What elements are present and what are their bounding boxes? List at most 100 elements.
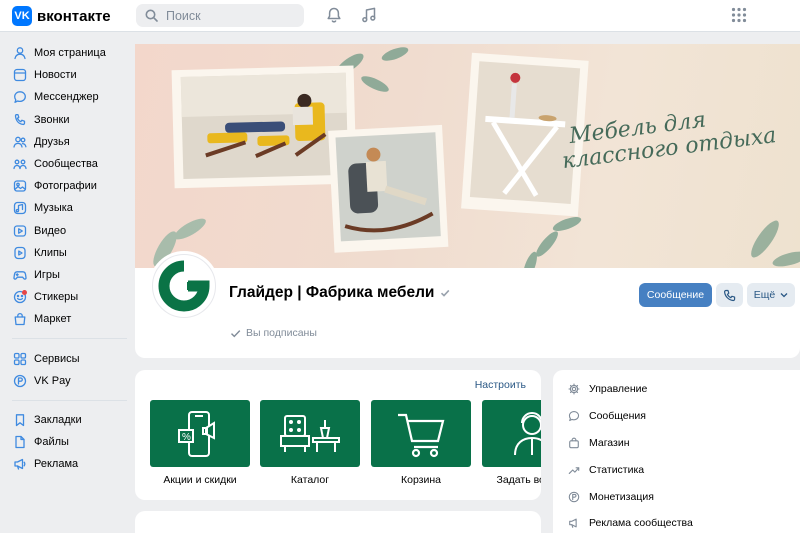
sidebar-item-market[interactable]: Маркет	[0, 308, 135, 330]
sidebar-item-stickers[interactable]: Стикеры	[0, 286, 135, 308]
tile-cart[interactable]	[371, 400, 471, 467]
megaphone-icon	[568, 517, 580, 529]
message-button[interactable]: Сообщение	[639, 283, 712, 307]
management-item-label: Управление	[589, 383, 648, 396]
sidebar-item-music[interactable]: Музыка	[0, 197, 135, 219]
sidebar-divider	[12, 338, 127, 340]
sidebar-item-label: Реклама	[34, 458, 79, 471]
sidebar-item-label: Игры	[34, 268, 60, 281]
stats-icon	[568, 464, 580, 476]
sidebar-item-label: Клипы	[34, 246, 67, 259]
tile-ask-question-label: Задать вопрос	[496, 474, 541, 486]
search-input[interactable]: Поиск	[136, 4, 304, 27]
tile-sales[interactable]: %	[150, 400, 250, 467]
sidebar-item-clips[interactable]: Клипы	[0, 242, 135, 264]
market-icon	[13, 312, 27, 326]
sale-phone-icon: %	[178, 410, 215, 457]
sidebar-item-games[interactable]: Игры	[0, 264, 135, 286]
vkpay-icon	[13, 374, 27, 388]
sidebar-item-label: Сообщества	[34, 158, 98, 171]
subscription-status[interactable]: Вы подписаны	[230, 327, 317, 339]
music-icon[interactable]	[360, 6, 378, 24]
configure-link[interactable]: Настроить	[475, 379, 526, 391]
sidebar-item-label: Фотографии	[34, 180, 97, 193]
gear-icon	[568, 383, 580, 395]
sidebar-item-services[interactable]: Сервисы	[0, 347, 135, 369]
bookmark-icon	[13, 413, 27, 427]
sidebar-item-bookmark[interactable]: Закладки	[0, 409, 135, 431]
sidebar-item-chat[interactable]: Мессенджер	[0, 86, 135, 108]
catalog-furniture-icon	[280, 414, 340, 452]
sidebar-item-vkpay[interactable]: VK Pay	[0, 370, 135, 392]
subscription-status-text: Вы подписаны	[246, 327, 317, 339]
community-avatar[interactable]	[149, 251, 219, 321]
sidebar-item-user[interactable]: Моя страница	[0, 42, 135, 64]
community-cover: Мебель для классного отдыха	[135, 44, 800, 268]
search-placeholder: Поиск	[166, 8, 201, 23]
chevron-down-icon	[780, 293, 788, 298]
management-item-label: Сообщения	[589, 410, 646, 423]
sidebar-item-photo[interactable]: Фотографии	[0, 175, 135, 197]
files-icon	[13, 435, 27, 449]
management-item-label: Монетизация	[589, 490, 654, 503]
vk-logo-icon: VK	[12, 6, 32, 26]
sidebar-services-group: Сервисы VK Pay	[0, 347, 135, 391]
glider-logo-icon	[158, 260, 210, 312]
bell-icon[interactable]	[325, 6, 343, 24]
community-name-text: Глайдер | Фабрика мебели	[229, 284, 435, 301]
sidebar-item-ads[interactable]: Реклама	[0, 453, 135, 475]
management-list: Управление Сообщения Магазин Статистика Моне…	[553, 376, 800, 533]
sidebar-item-label: Закладки	[34, 413, 82, 426]
management-item-gear[interactable]: Управление	[553, 376, 800, 403]
verified-check-icon	[441, 289, 450, 297]
avatar-ring	[152, 254, 216, 318]
friends-icon	[13, 135, 27, 149]
management-panel: Управление Сообщения Магазин Статистика Моне…	[553, 370, 800, 533]
tile-catalog[interactable]	[260, 400, 360, 467]
vk-logo[interactable]: VK вконтакте	[12, 6, 111, 26]
sidebar-item-friends[interactable]: Друзья	[0, 131, 135, 153]
next-content-card	[135, 511, 541, 533]
sidebar-item-label: Друзья	[34, 135, 70, 148]
ads-icon	[13, 457, 27, 471]
shop-bag-icon	[568, 437, 580, 449]
management-item-message[interactable]: Сообщения	[553, 403, 800, 430]
tile-ask-question[interactable]	[482, 400, 541, 467]
community-name: Глайдер | Фабрика мебели	[229, 284, 450, 302]
sidebar-item-label: Мессенджер	[34, 91, 99, 104]
management-item-monetization[interactable]: Монетизация	[553, 483, 800, 510]
sidebar-item-communities[interactable]: Сообщества	[0, 153, 135, 175]
apps-grid-icon[interactable]	[731, 7, 747, 23]
services-icon	[13, 352, 27, 366]
sidebar-item-files[interactable]: Файлы	[0, 431, 135, 453]
app-tiles-block: Настроить % Акции и скидки Каталог Корзи…	[135, 370, 541, 500]
sidebar-item-label: Звонки	[34, 113, 70, 126]
tile-cart-label: Корзина	[401, 474, 441, 486]
sidebar-extra-group: Закладки Файлы Реклама	[0, 409, 135, 476]
message-icon	[568, 410, 580, 422]
management-item-stats[interactable]: Статистика	[553, 456, 800, 483]
sidebar-item-label: Музыка	[34, 202, 73, 215]
cart-icon	[398, 413, 445, 457]
sidebar-item-label: VK Pay	[34, 374, 71, 387]
sidebar-item-label: Новости	[34, 69, 77, 82]
search-icon	[145, 9, 158, 22]
tile-sales-label: Акции и скидки	[163, 474, 237, 486]
management-item-label: Магазин	[589, 436, 630, 449]
news-icon	[13, 68, 27, 82]
phone-icon	[723, 289, 736, 301]
sidebar-item-video[interactable]: Видео	[0, 220, 135, 242]
stickers-icon	[13, 290, 27, 304]
clips-icon	[13, 246, 27, 260]
photo-frame-rocking-chair	[328, 124, 449, 253]
management-item-megaphone[interactable]: Реклама сообщества	[553, 510, 800, 533]
left-sidebar: Моя страница Новости Мессенджер Звонки Друзь…	[0, 32, 135, 475]
sidebar-item-label: Файлы	[34, 436, 69, 449]
management-item-shop-bag[interactable]: Магазин	[553, 430, 800, 457]
photo-icon	[13, 179, 27, 193]
call-button[interactable]	[716, 283, 743, 307]
monetization-icon	[568, 491, 580, 503]
sidebar-item-news[interactable]: Новости	[0, 64, 135, 86]
more-button[interactable]: Ещё	[747, 283, 795, 307]
sidebar-item-phone[interactable]: Звонки	[0, 109, 135, 131]
